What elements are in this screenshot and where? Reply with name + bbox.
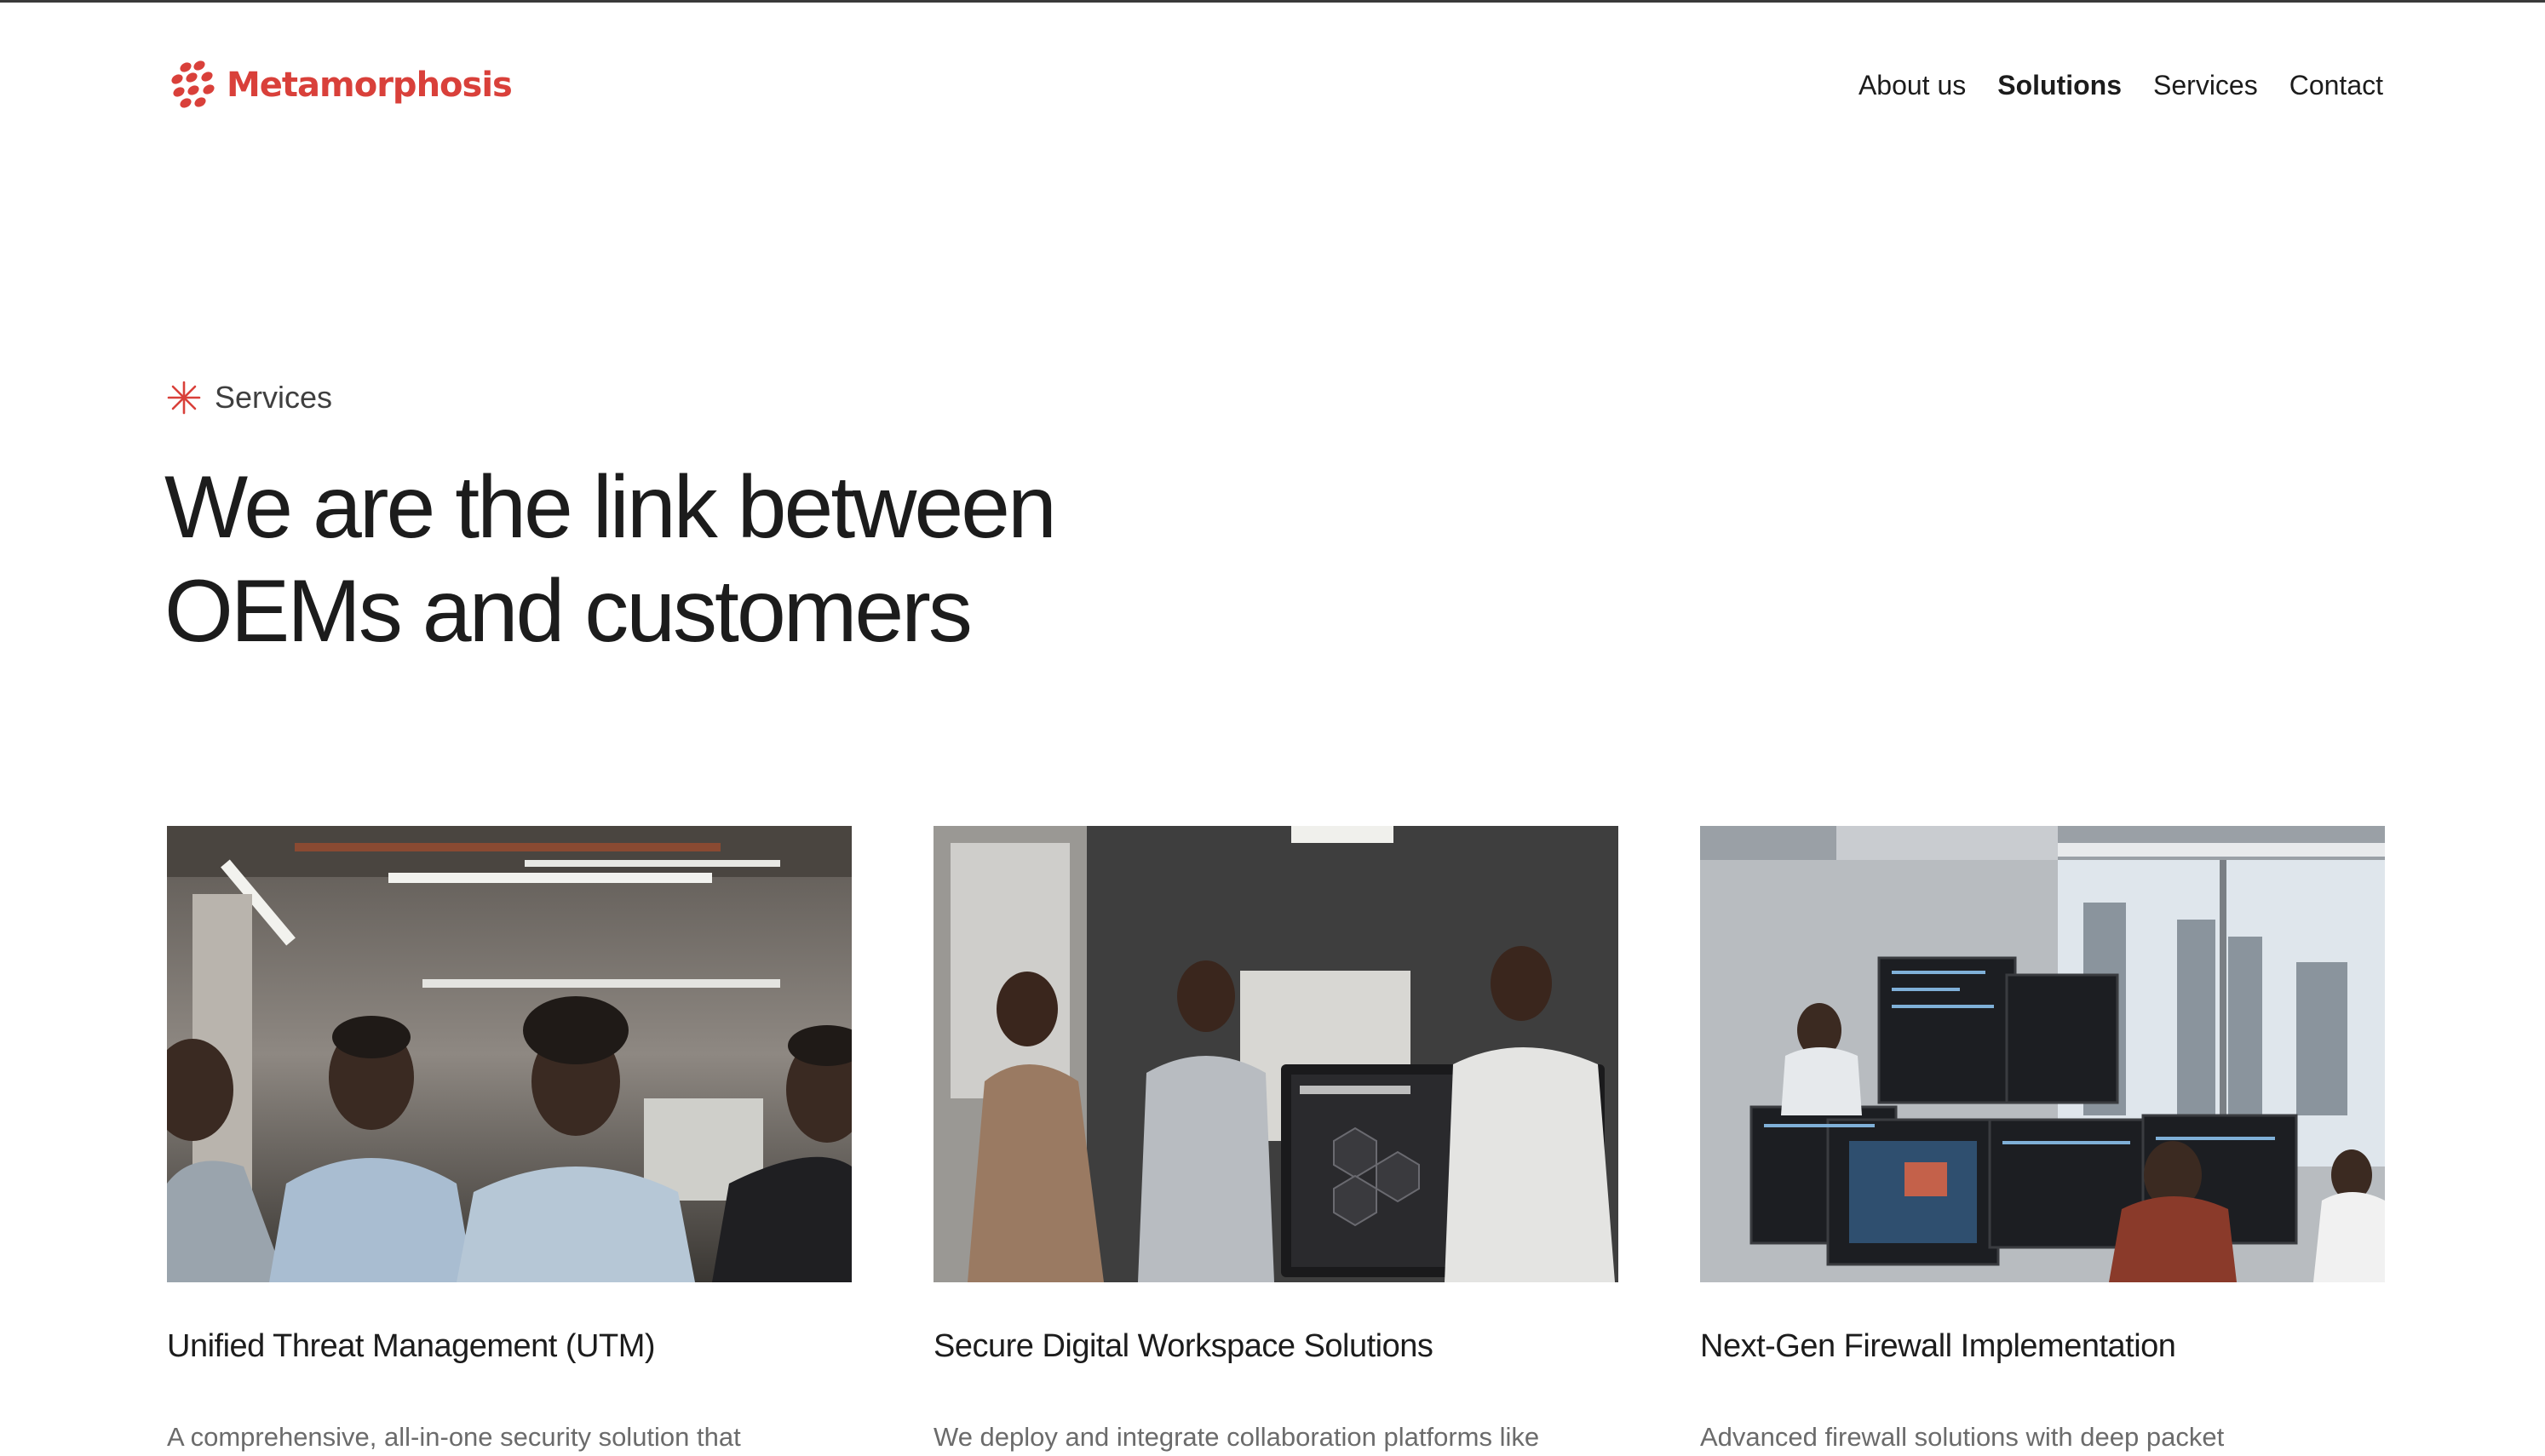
nav-services[interactable]: Services	[2153, 70, 2258, 101]
card-title[interactable]: Next-Gen Firewall Implementation	[1700, 1328, 2176, 1365]
nav-solutions[interactable]: Solutions	[1997, 70, 2122, 101]
headline-line-1: We are the link between	[164, 458, 1057, 557]
section-eyebrow: Services	[167, 380, 332, 416]
service-card-firewall[interactable]: Next-Gen Firewall Implementation Advance…	[1700, 826, 2385, 1452]
page-headline: We are the link between OEMs and custome…	[164, 456, 1057, 663]
card-description: Advanced firewall solutions with deep pa…	[1700, 1422, 2225, 1452]
card-title[interactable]: Unified Threat Management (UTM)	[167, 1328, 656, 1365]
service-card-utm[interactable]: Unified Threat Management (UTM) A compre…	[167, 826, 852, 1452]
services-cards: Unified Threat Management (UTM) A compre…	[167, 826, 2385, 1456]
site-header: Metamorphosis About us Solutions Service…	[167, 51, 2383, 119]
nav-about-us[interactable]: About us	[1858, 70, 1966, 101]
security-operations-photo[interactable]	[1700, 826, 2385, 1282]
presentation-screen-photo[interactable]	[934, 826, 1618, 1282]
logo-mark-icon	[171, 60, 215, 108]
service-card-digital-workspace[interactable]: Secure Digital Workspace Solutions We de…	[934, 826, 1618, 1452]
nav-contact[interactable]: Contact	[2289, 70, 2383, 101]
card-title[interactable]: Secure Digital Workspace Solutions	[934, 1328, 1433, 1365]
eyebrow-label: Services	[215, 380, 333, 415]
brand-logo[interactable]: Metamorphosis	[167, 59, 513, 112]
asterisk-icon	[167, 381, 201, 415]
headline-line-2: OEMs and customers	[164, 562, 973, 661]
main-nav: About us Solutions Services Contact	[1858, 70, 2383, 101]
brand-name: Metamorphosis	[227, 66, 513, 105]
card-description: A comprehensive, all-in-one security sol…	[167, 1422, 741, 1452]
team-portrait-photo[interactable]	[167, 826, 852, 1282]
card-description: We deploy and integrate collaboration pl…	[934, 1422, 1540, 1452]
top-border	[0, 0, 2545, 3]
